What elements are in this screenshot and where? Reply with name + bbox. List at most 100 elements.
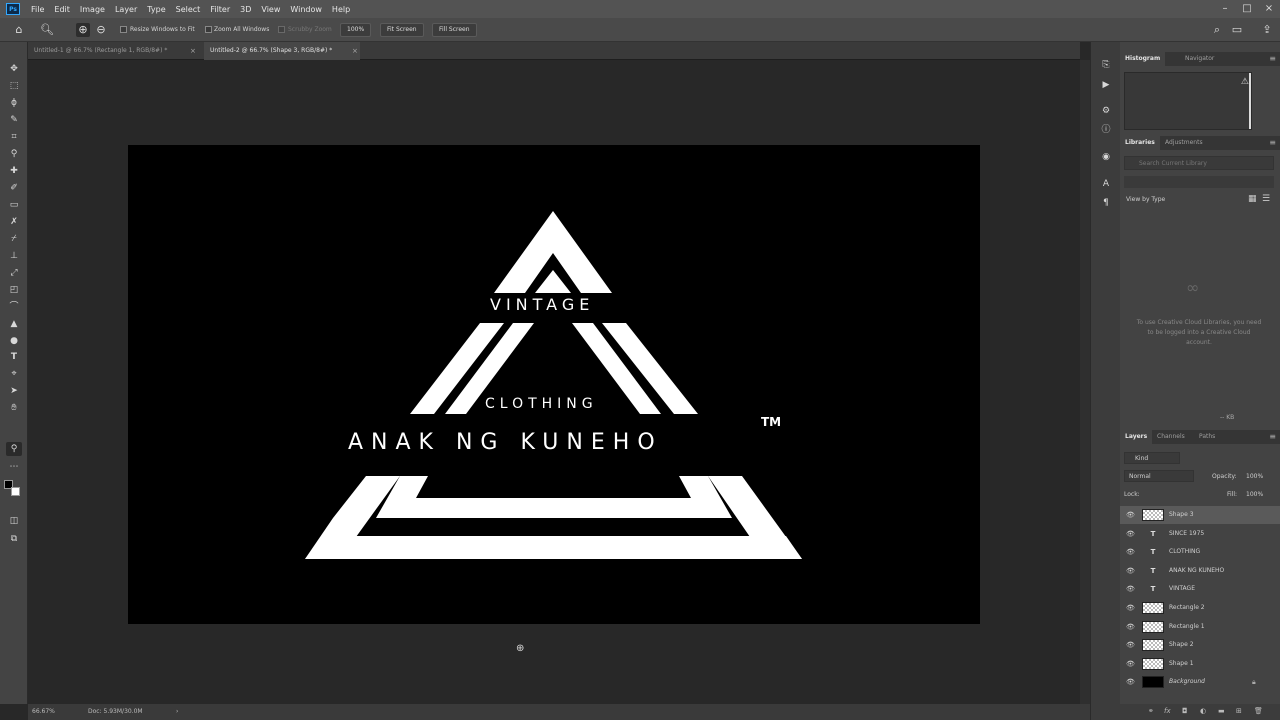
fit-screen-button[interactable]: Fit Screen xyxy=(380,23,424,37)
layer-row-shape-2[interactable]: 👁︎ Shape 2 xyxy=(1120,636,1280,654)
eye-icon[interactable]: 👁︎ xyxy=(1126,599,1135,617)
actions-panel-icon[interactable]: ▶ xyxy=(1099,78,1113,92)
panel-menu-icon[interactable]: ≡ xyxy=(1269,136,1276,150)
delete-layer-icon[interactable]: 🗑︎ xyxy=(1254,707,1263,715)
maximize-icon[interactable]: □ xyxy=(1240,2,1254,16)
layer-row-shape-3[interactable]: 👁︎ Shape 3 xyxy=(1120,506,1280,524)
zoom-in-icon[interactable]: ⊕ xyxy=(76,23,90,37)
eye-icon[interactable]: 👁︎ xyxy=(1126,562,1135,580)
histogram-warning-icon[interactable]: ⚠ xyxy=(1241,77,1249,87)
resize-windows-checkbox[interactable] xyxy=(120,26,127,33)
dodge-tool-icon[interactable]: ⌒ xyxy=(6,300,22,314)
menu-type[interactable]: Type xyxy=(142,5,170,14)
menu-window[interactable]: Window xyxy=(285,5,327,14)
eyedropper-tool-icon[interactable]: ⚲ xyxy=(6,147,22,161)
zoom-out-icon[interactable]: ⊖ xyxy=(94,23,108,37)
healing-tool-icon[interactable]: ✚ xyxy=(6,164,22,178)
swatches-panel-icon[interactable]: ◉ xyxy=(1099,150,1113,164)
library-dropdown[interactable] xyxy=(1124,176,1274,188)
eye-icon[interactable]: 👁︎ xyxy=(1126,580,1135,598)
list-view-icon[interactable]: ☰ xyxy=(1262,194,1270,204)
menu-layer[interactable]: Layer xyxy=(110,5,142,14)
link-layers-icon[interactable]: ⚭ xyxy=(1148,707,1154,715)
new-layer-icon[interactable]: ⊞ xyxy=(1236,707,1242,715)
gradient-tool-icon[interactable]: ⤢ xyxy=(6,266,22,280)
properties-panel-icon[interactable]: ⚙ xyxy=(1099,104,1113,118)
grid-view-icon[interactable]: ▦ xyxy=(1248,194,1257,204)
quick-select-tool-icon[interactable]: ✎ xyxy=(6,113,22,127)
blur-tool-icon[interactable]: ◰ xyxy=(6,283,22,297)
background-color-swatch[interactable] xyxy=(11,487,20,496)
eye-icon[interactable]: 👁︎ xyxy=(1126,673,1135,691)
panel-menu-icon[interactable]: ≡ xyxy=(1269,430,1276,444)
layer-row-shape-1[interactable]: 👁︎ Shape 1 xyxy=(1120,655,1280,673)
tab-paths[interactable]: Paths xyxy=(1194,430,1220,444)
eye-icon[interactable]: 👁︎ xyxy=(1126,506,1135,524)
tab-close-icon[interactable]: × xyxy=(190,42,196,60)
lasso-tool-icon[interactable]: ϕ xyxy=(6,96,22,110)
eye-icon[interactable]: 👁︎ xyxy=(1126,525,1135,543)
adjustment-layer-icon[interactable]: ◐ xyxy=(1200,707,1206,715)
layer-row-background[interactable]: 👁︎ Background 🔒︎ xyxy=(1120,673,1280,691)
close-icon[interactable]: × xyxy=(1262,2,1276,16)
zoom-all-checkbox[interactable] xyxy=(205,26,212,33)
minimize-icon[interactable]: – xyxy=(1218,2,1232,16)
opacity-value[interactable]: 100% xyxy=(1246,473,1263,480)
zoom-tool-preset-icon[interactable]: 🔍︎ xyxy=(40,23,54,37)
direct-select-icon[interactable]: ➤ xyxy=(6,384,22,398)
eye-icon[interactable]: 👁︎ xyxy=(1126,543,1135,561)
zoom-tool-icon[interactable]: ⚲ xyxy=(6,442,22,456)
info-panel-icon[interactable]: ⓘ xyxy=(1099,123,1113,137)
tab-adjustments[interactable]: Adjustments xyxy=(1160,136,1208,150)
path-select-icon[interactable]: ⌖ xyxy=(6,367,22,381)
layer-style-icon[interactable]: fx xyxy=(1164,707,1171,715)
menu-edit[interactable]: Edit xyxy=(49,5,75,14)
tab-untitled-2[interactable]: Untitled-2 @ 66.7% (Shape 3, RGB/8#) * xyxy=(204,42,360,60)
workspace-icon[interactable]: ▭ xyxy=(1230,23,1244,37)
layer-row-anak-ng-kuneho[interactable]: 👁︎ T ANAK NG KUNEHO xyxy=(1120,562,1280,580)
move-tool-icon[interactable]: ✥ xyxy=(6,62,22,76)
tab-untitled-1[interactable]: Untitled-1 @ 66.7% (Rectangle 1, RGB/8#)… xyxy=(28,42,204,60)
home-icon[interactable]: ⌂ xyxy=(12,23,26,37)
marquee-tool-icon[interactable]: ⬚ xyxy=(6,79,22,93)
layer-filter-kind[interactable]: Kind xyxy=(1124,452,1180,464)
screen-mode-icon[interactable]: ⧉ xyxy=(6,532,22,546)
menu-filter[interactable]: Filter xyxy=(205,5,235,14)
eraser-tool-icon[interactable]: ⌿ xyxy=(6,232,22,246)
blend-mode-select[interactable]: Normal xyxy=(1124,470,1194,482)
document-canvas[interactable]: VINTAGE CLOTHING ANAK NG KUNEHO TM SINCE… xyxy=(128,145,980,624)
tab-layers[interactable]: Layers xyxy=(1120,430,1153,444)
edit-toolbar-icon[interactable]: ⋯ xyxy=(6,460,22,474)
hand-tool-icon[interactable]: ✋︎ xyxy=(6,401,22,415)
menu-image[interactable]: Image xyxy=(75,5,110,14)
tab-navigator[interactable]: Navigator xyxy=(1180,52,1219,66)
history-brush-icon[interactable]: ✗ xyxy=(6,215,22,229)
layer-mask-icon[interactable]: ◘ xyxy=(1182,707,1188,715)
layer-row-rectangle-1[interactable]: 👁︎ Rectangle 1 xyxy=(1120,618,1280,636)
stamp-tool-icon[interactable]: ▭ xyxy=(6,198,22,212)
scrubby-zoom-checkbox[interactable] xyxy=(278,26,285,33)
eye-icon[interactable]: 👁︎ xyxy=(1126,636,1135,654)
group-icon[interactable]: ▬ xyxy=(1218,707,1225,715)
tab-channels[interactable]: Channels xyxy=(1152,430,1190,444)
share-icon[interactable]: ⇪ xyxy=(1260,23,1274,37)
view-by-type-label[interactable]: View by Type xyxy=(1126,196,1165,203)
search-icon[interactable]: ⌕ xyxy=(1210,23,1224,37)
layer-row-clothing[interactable]: 👁︎ T CLOTHING xyxy=(1120,543,1280,561)
character-panel-icon[interactable]: A xyxy=(1099,177,1113,191)
type-tool-icon[interactable]: T xyxy=(6,350,22,364)
eye-icon[interactable]: 👁︎ xyxy=(1126,655,1135,673)
crop-tool-icon[interactable]: ⌗ xyxy=(6,130,22,144)
menu-3d[interactable]: 3D xyxy=(235,5,256,14)
eye-icon[interactable]: 👁︎ xyxy=(1126,618,1135,636)
menu-select[interactable]: Select xyxy=(171,5,206,14)
layer-row-rectangle-2[interactable]: 👁︎ Rectangle 2 xyxy=(1120,599,1280,617)
vertical-scrollbar[interactable] xyxy=(1080,60,1090,704)
smudge-tool-icon[interactable]: ▲ xyxy=(6,317,22,331)
zoom-level[interactable]: 66.67% xyxy=(32,704,55,720)
panel-menu-icon[interactable]: ≡ xyxy=(1269,52,1276,66)
tab-libraries[interactable]: Libraries xyxy=(1120,136,1160,150)
document-workspace[interactable]: VINTAGE CLOTHING ANAK NG KUNEHO TM SINCE… xyxy=(28,60,1080,704)
pen-tool-icon[interactable]: ● xyxy=(6,334,22,348)
menu-file[interactable]: File xyxy=(26,5,49,14)
